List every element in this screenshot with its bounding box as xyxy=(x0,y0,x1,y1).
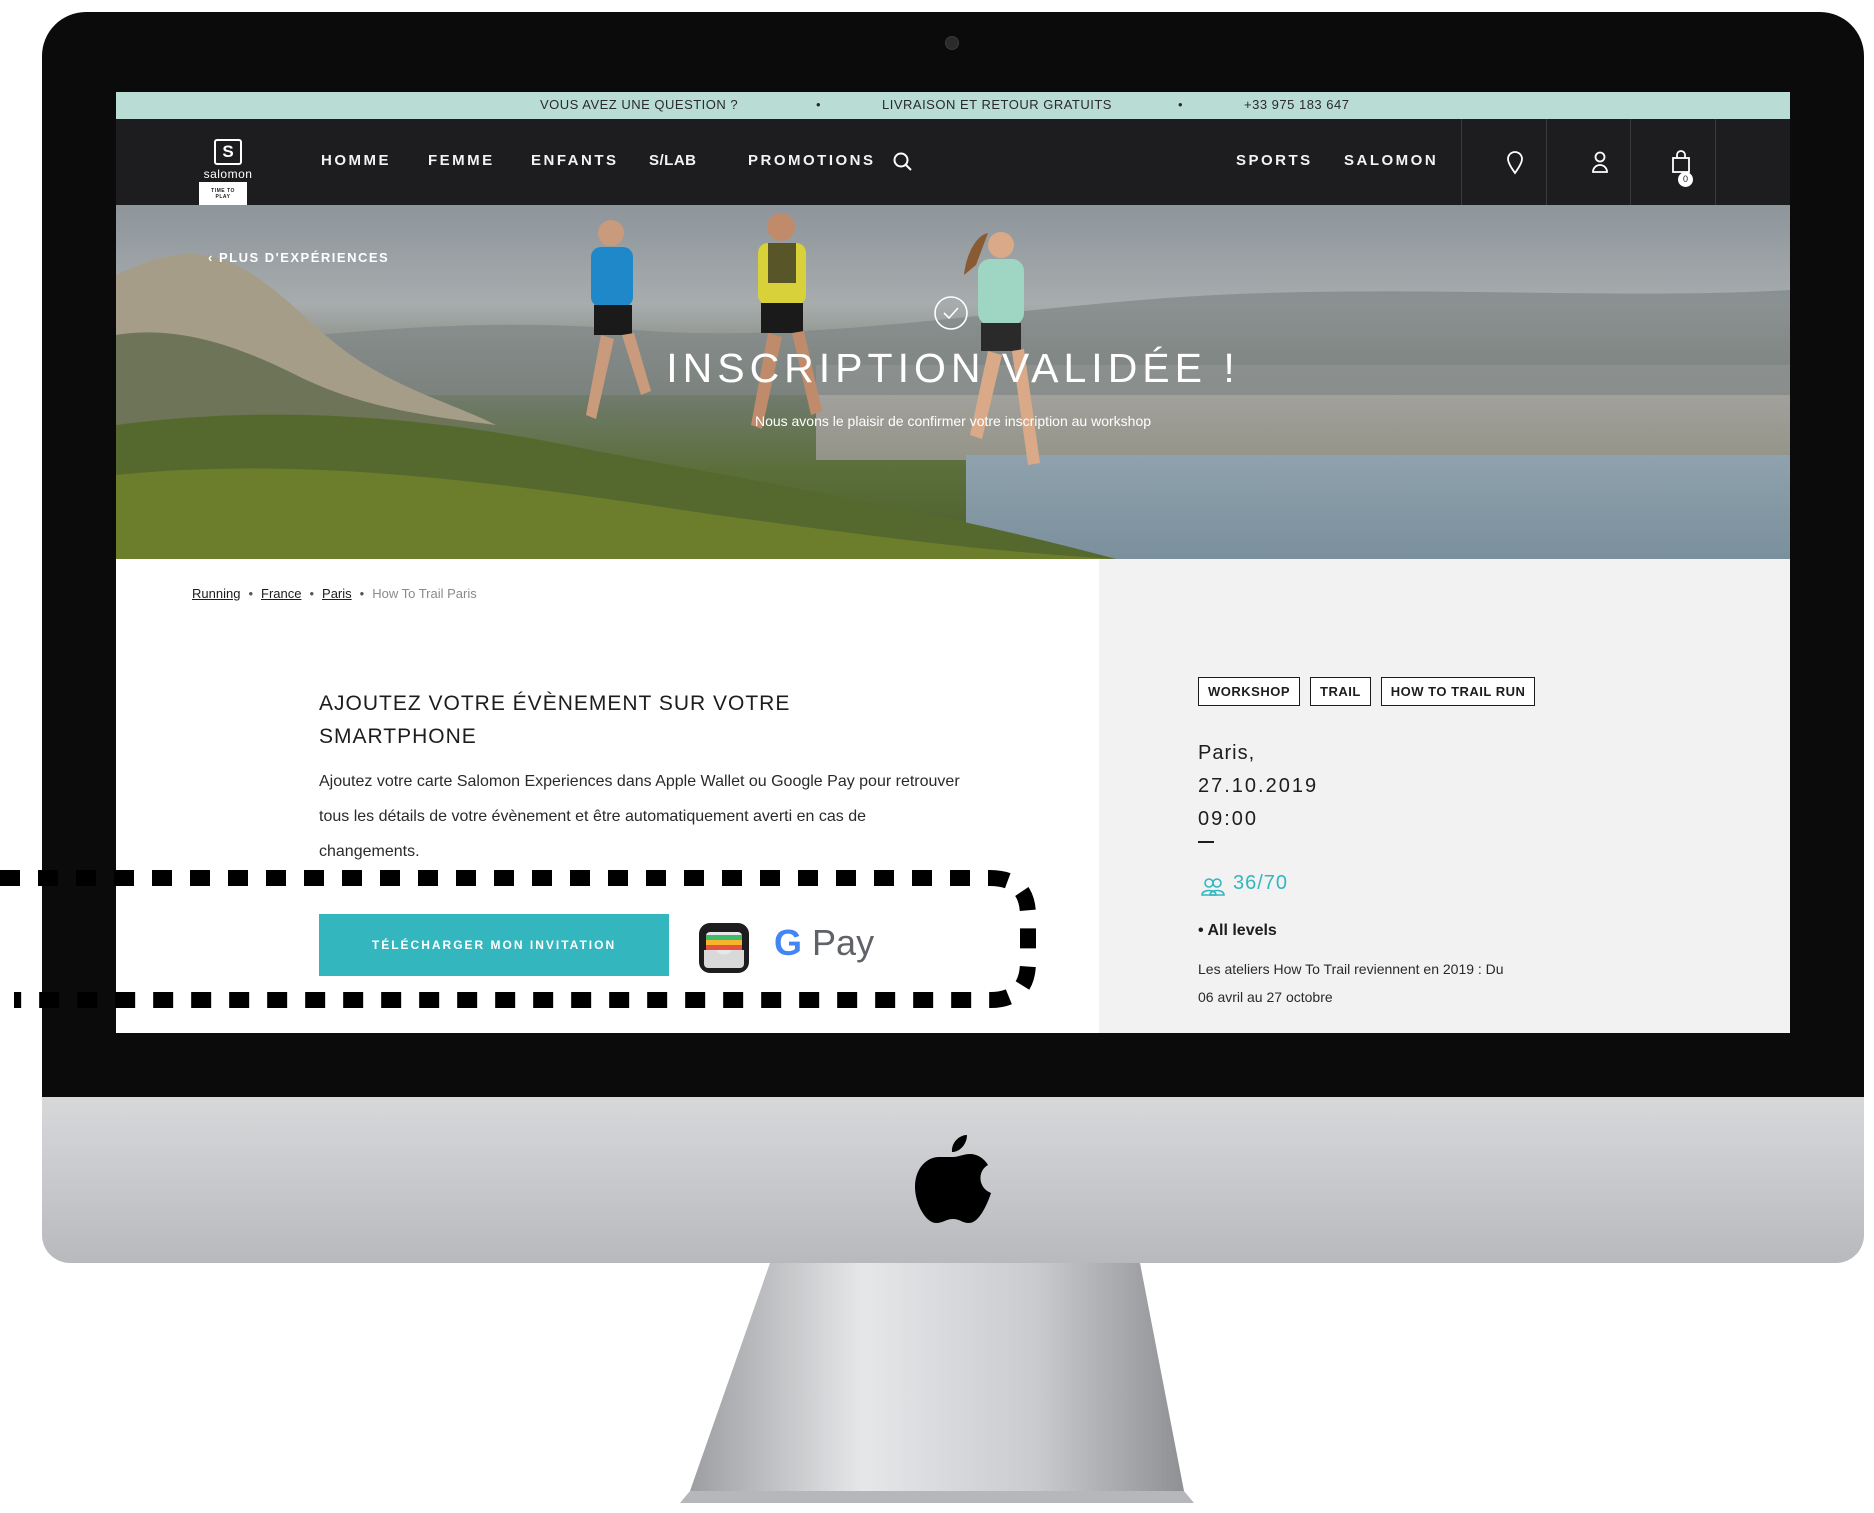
logo-brand: salomon xyxy=(203,167,253,181)
salomon-logo[interactable]: S salomon TIME TO PLAY xyxy=(198,139,258,207)
nav-item-enfants[interactable]: ENFANTS xyxy=(531,152,619,169)
search-icon[interactable] xyxy=(889,147,917,177)
event-time: 09:00 xyxy=(1198,808,1259,830)
imac-stand xyxy=(680,1263,1194,1503)
event-divider xyxy=(1198,841,1214,843)
hero-subtitle: Nous avons le plaisir de confirmer votre… xyxy=(754,413,1152,429)
breadcrumb-running[interactable]: Running xyxy=(192,586,240,601)
event-sidebar: WORKSHOP TRAIL HOW TO TRAIL RUN Paris, 27.… xyxy=(1099,559,1790,1033)
breadcrumb-separator: • xyxy=(359,586,365,601)
hero-title: INSCRIPTION VALIDÉE ! xyxy=(666,345,1240,391)
tag-how-to-trail-run[interactable]: HOW TO TRAIL RUN xyxy=(1380,677,1536,706)
main-navigation: S salomon TIME TO PLAY HOMME FEMME ENFAN… xyxy=(116,119,1790,207)
hero-cliff xyxy=(116,254,496,425)
location-pin-icon[interactable] xyxy=(1501,147,1529,177)
nav-item-sports[interactable]: SPORTS xyxy=(1236,152,1313,169)
wallet-section-text: Ajoutez votre carte Salomon Experiences … xyxy=(319,773,960,860)
back-link-label: PLUS D'EXPÉRIENCES xyxy=(218,250,390,265)
chevron-left-icon: ‹ xyxy=(208,250,219,265)
event-tags: WORKSHOP TRAIL HOW TO TRAIL RUN xyxy=(1198,677,1545,706)
wallet-section-title: AJOUTEZ VOTRE ÉVÈNEMENT SUR VOTRE SMARTP… xyxy=(319,692,791,748)
highlight-dashed-outline xyxy=(0,870,1036,1008)
nav-item-homme[interactable]: HOMME xyxy=(321,152,391,169)
tag-workshop[interactable]: WORKSHOP xyxy=(1198,677,1300,706)
cart-count-badge: 0 xyxy=(1678,172,1693,187)
nav-divider xyxy=(1546,119,1547,205)
logo-tagline: TIME TO PLAY xyxy=(198,181,248,207)
nav-item-promotions[interactable]: PROMOTIONS xyxy=(748,152,876,169)
event-city: Paris, xyxy=(1198,742,1256,764)
check-circle-icon xyxy=(934,296,968,330)
camera-dot xyxy=(945,36,959,50)
breadcrumb-paris[interactable]: Paris xyxy=(322,586,352,601)
apple-logo-icon xyxy=(915,1135,991,1223)
separator-dot: • xyxy=(1178,97,1184,112)
participants-icon xyxy=(1201,878,1225,896)
nav-divider xyxy=(1715,119,1716,205)
event-level: • All levels xyxy=(1198,922,1277,939)
event-level-label: All levels xyxy=(1207,922,1277,939)
breadcrumb-separator: • xyxy=(309,586,315,601)
logo-s-mark: S xyxy=(214,139,242,165)
question-link[interactable]: VOUS AVEZ UNE QUESTION ? xyxy=(540,97,738,112)
phone-link[interactable]: +33 975 183 647 xyxy=(1244,97,1349,112)
breadcrumb-france[interactable]: France xyxy=(261,586,301,601)
event-date: 27.10.2019 xyxy=(1198,775,1319,797)
breadcrumb-current: How To Trail Paris xyxy=(372,586,477,601)
hero-banner: ‹ PLUS D'EXPÉRIENCES INSCRIPTION VALIDÉE… xyxy=(116,205,1790,559)
nav-divider xyxy=(1461,119,1462,205)
nav-item-salomon[interactable]: SALOMON xyxy=(1344,152,1438,169)
tag-trail[interactable]: TRAIL xyxy=(1310,677,1371,706)
event-capacity: 36/70 xyxy=(1233,872,1289,894)
nav-item-femme[interactable]: FEMME xyxy=(428,152,495,169)
event-description: Les ateliers How To Trail reviennent en … xyxy=(1198,961,1504,1005)
breadcrumb: Running • France • Paris • How To Trail Paris xyxy=(192,586,477,601)
user-icon[interactable] xyxy=(1586,147,1614,177)
breadcrumb-separator: • xyxy=(248,586,253,601)
nav-divider xyxy=(1630,119,1631,205)
delivery-info: LIVRAISON ET RETOUR GRATUITS xyxy=(882,97,1112,112)
runner-blue-shirt xyxy=(586,220,651,419)
nav-item-slab[interactable]: S/LAB xyxy=(649,152,697,169)
announcement-bar: VOUS AVEZ UNE QUESTION ? • LIVRAISON ET … xyxy=(116,92,1790,119)
back-to-experiences-link[interactable]: ‹ PLUS D'EXPÉRIENCES xyxy=(208,250,389,265)
separator-dot: • xyxy=(816,97,822,112)
